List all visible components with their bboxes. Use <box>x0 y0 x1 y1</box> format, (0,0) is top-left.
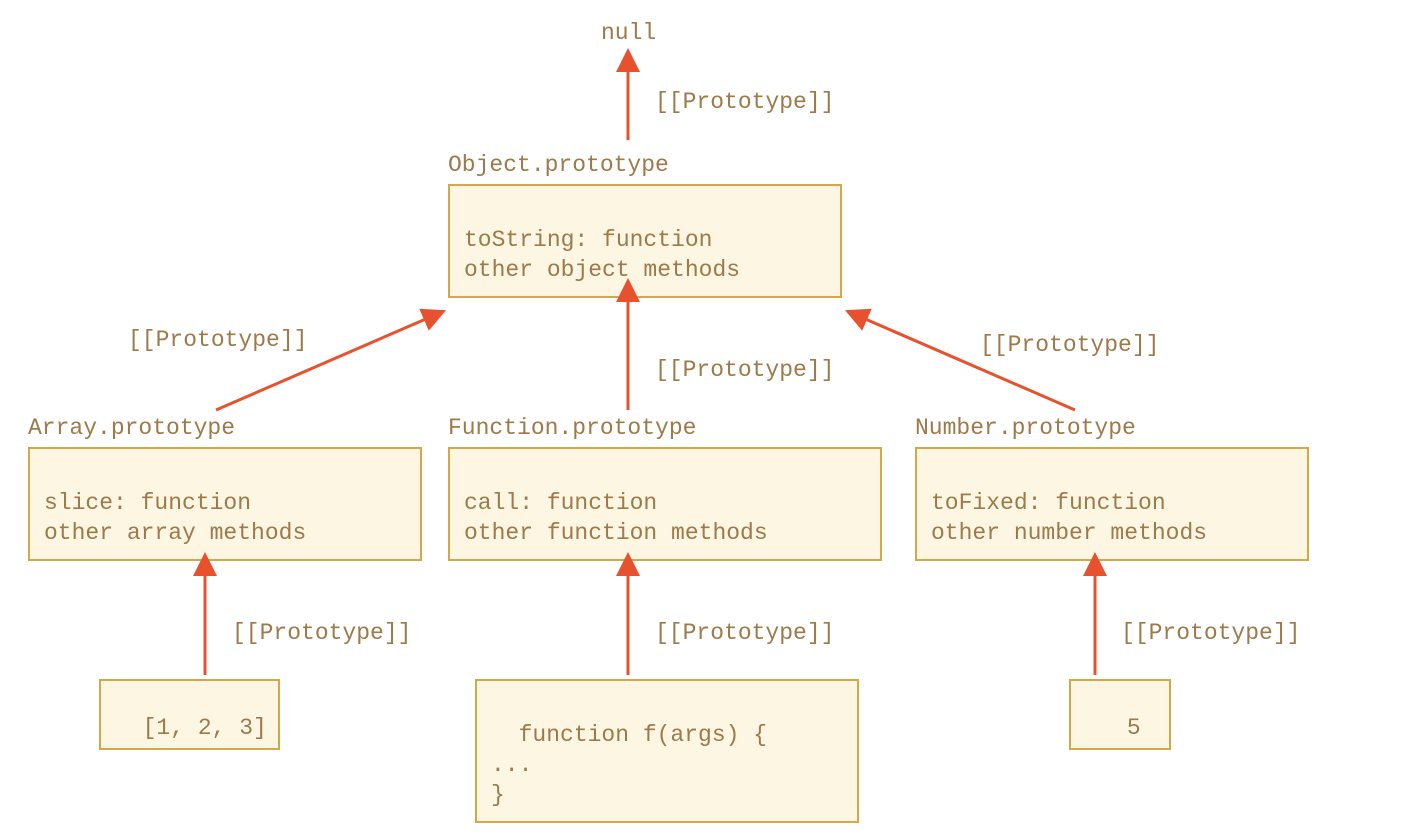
array-instance-text: [1, 2, 3] <box>143 715 267 741</box>
null-label: null <box>601 20 656 46</box>
function-proto-line2: other function methods <box>464 520 768 546</box>
object-proto-line2: other object methods <box>464 257 740 283</box>
array-proto-line1: slice: function <box>44 490 251 516</box>
proto-label-mid-bottom: [[Prototype]] <box>655 620 834 646</box>
proto-label-top: [[Prototype]] <box>655 89 834 115</box>
array-prototype-title: Array.prototype <box>28 415 235 441</box>
function-proto-line1: call: function <box>464 490 657 516</box>
array-prototype-box: slice: function other array methods <box>28 447 422 561</box>
proto-label-mid-mid: [[Prototype]] <box>655 357 834 383</box>
number-instance-text: 5 <box>1127 715 1141 741</box>
array-instance-box: [1, 2, 3] <box>99 679 280 750</box>
array-proto-line2: other array methods <box>44 520 306 546</box>
number-prototype-box: toFixed: function other number methods <box>915 447 1309 561</box>
number-prototype-title: Number.prototype <box>915 415 1136 441</box>
object-prototype-box: toString: function other object methods <box>448 184 842 298</box>
number-proto-line2: other number methods <box>931 520 1207 546</box>
number-instance-box: 5 <box>1069 679 1171 750</box>
proto-label-left-bottom: [[Prototype]] <box>232 620 411 646</box>
proto-label-left-mid: [[Prototype]] <box>128 327 307 353</box>
object-prototype-title: Object.prototype <box>448 152 669 178</box>
number-proto-line1: toFixed: function <box>931 490 1166 516</box>
object-proto-line1: toString: function <box>464 227 712 253</box>
arrow-number-to-object <box>856 315 1075 410</box>
function-prototype-box: call: function other function methods <box>448 447 882 561</box>
function-instance-box: function f(args) { ... } <box>475 679 859 823</box>
function-instance-text: function f(args) { ... } <box>491 722 767 808</box>
proto-label-right-mid: [[Prototype]] <box>980 332 1159 358</box>
proto-label-right-bottom: [[Prototype]] <box>1121 620 1300 646</box>
function-prototype-title: Function.prototype <box>448 415 696 441</box>
